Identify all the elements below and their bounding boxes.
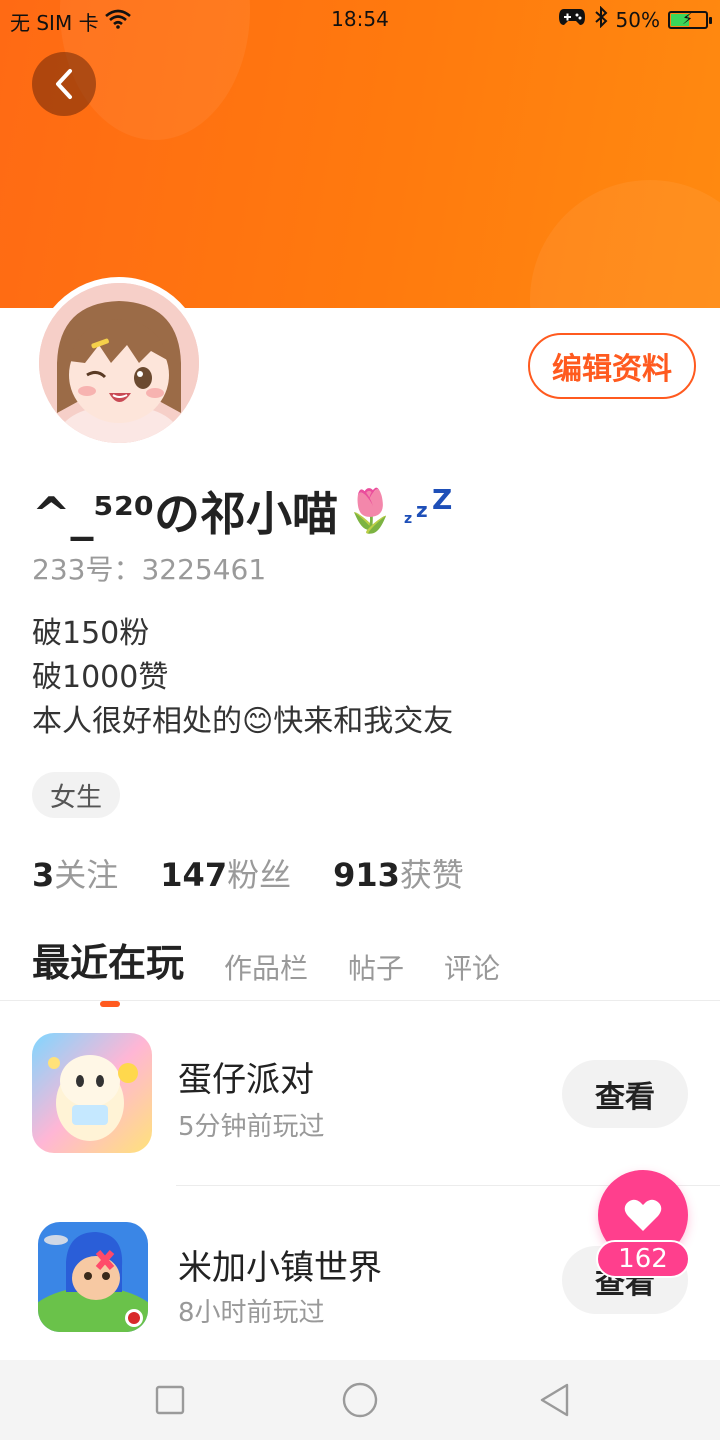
nav-circle-icon (342, 1382, 378, 1418)
tab-comments[interactable]: 评论 (444, 947, 500, 1001)
bio-line: 本人很好相处的 😊 快来和我交友 (32, 700, 453, 744)
battery-icon: ⚡ (668, 8, 712, 29)
gender-tag: 女生 (32, 772, 121, 818)
header-decoration (530, 180, 720, 308)
game-last-played: 8小时前玩过 (178, 1298, 325, 1328)
stat-value: 147 (160, 856, 228, 894)
edit-profile-button[interactable]: 编辑资料 (528, 333, 696, 399)
heart-icon (624, 1199, 662, 1231)
avatar[interactable] (33, 277, 205, 449)
gamepad-icon (558, 7, 586, 32)
game-last-played: 5分钟前玩过 (178, 1112, 325, 1142)
stat-label: 获赞 (399, 856, 464, 894)
tulip-emoji: 🌷 (344, 486, 397, 535)
stat-label: 关注 (54, 856, 119, 894)
username-text: ^_⁵²⁰の祁小喵 (32, 487, 338, 541)
game-icon-eggy-party (32, 1033, 152, 1153)
user-id: 233号：3225461 (32, 553, 267, 586)
stat-value: 3 (32, 856, 55, 894)
stat-likes[interactable]: 913获赞 (333, 850, 464, 896)
like-count: 162 (596, 1240, 690, 1278)
bio-line: 破1000赞 (32, 660, 169, 695)
battery-percent: 50% (615, 7, 660, 32)
tab-works[interactable]: 作品栏 (224, 947, 308, 1001)
status-bar: 无 SIM 卡 18:54 50% ⚡ (0, 0, 720, 38)
sleeping-zzz-icon: z z Z (402, 483, 458, 538)
game-list-item[interactable]: 蛋仔派对 5分钟前玩过 查看 (0, 1020, 720, 1170)
back-arrow-icon (56, 69, 72, 99)
bio-text: 快来和我交友 (273, 704, 454, 739)
tab-posts[interactable]: 帖子 (348, 947, 404, 1001)
bio: 破150粉 破1000赞 本人很好相处的 😊 快来和我交友 (32, 612, 453, 744)
view-game-button[interactable]: 查看 (562, 1060, 688, 1128)
nav-triangle-icon (540, 1383, 569, 1417)
game-name: 米加小镇世界 (178, 1248, 382, 1288)
tabs-divider (0, 1000, 720, 1001)
svg-text:z: z (416, 498, 428, 522)
stat-value: 913 (333, 856, 400, 894)
avatar-image (39, 283, 199, 443)
nav-back-button[interactable] (534, 1380, 574, 1420)
system-navigation-bar (0, 1360, 720, 1440)
tab-recently-played[interactable]: 最近在玩 (32, 932, 184, 1007)
profile-stats: 3关注 147粉丝 913获赞 (32, 850, 464, 896)
nav-recents-button[interactable] (150, 1380, 190, 1420)
game-icon-miga-world (38, 1222, 148, 1332)
back-button[interactable] (32, 52, 96, 116)
bluetooth-icon (594, 5, 608, 33)
bio-line: 破150粉 (32, 616, 150, 651)
stat-label: 粉丝 (227, 856, 292, 894)
svg-text:Z: Z (432, 487, 452, 516)
nav-square-icon (155, 1385, 185, 1415)
username: ^_⁵²⁰の祁小喵 🌷 z z Z (32, 478, 458, 544)
status-right: 50% ⚡ (558, 5, 712, 33)
svg-text:z: z (404, 511, 412, 527)
stat-followers[interactable]: 147粉丝 (160, 850, 291, 896)
profile-header-background (0, 0, 720, 308)
profile-tabs: 最近在玩 作品栏 帖子 评论 (32, 932, 500, 1007)
charging-icon: ⚡ (682, 8, 694, 28)
nav-home-button[interactable] (340, 1380, 380, 1420)
stat-following[interactable]: 3关注 (32, 850, 118, 896)
smile-emoji: 😊 (242, 704, 274, 739)
bio-text: 本人很好相处的 (32, 704, 242, 739)
game-name: 蛋仔派对 (178, 1060, 314, 1100)
